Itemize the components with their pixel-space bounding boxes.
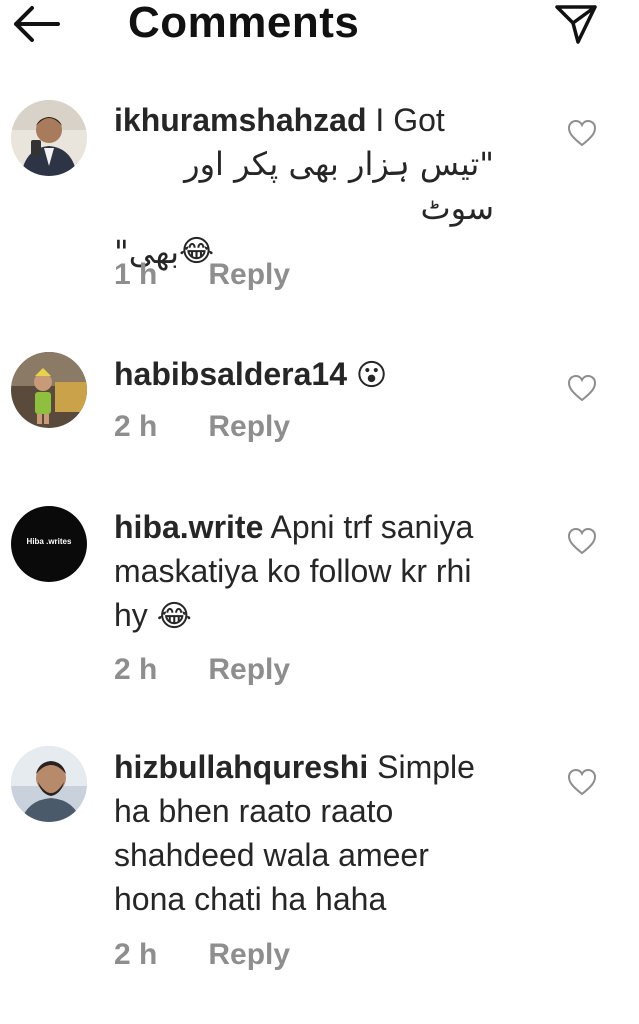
avatar[interactable]: Hiba .writes — [11, 506, 87, 582]
comment-body: ikhuramshahzad I Got "تیس ہزار بھی پکر ا… — [114, 98, 544, 274]
reply-button[interactable]: Reply — [208, 938, 290, 971]
comment-meta: 1 h Reply — [114, 258, 290, 292]
reply-button[interactable]: Reply — [208, 258, 290, 291]
avatar[interactable] — [11, 746, 87, 822]
comment-text-urdu: "تیس ہزار بھی پکر اور سوٹ — [184, 145, 494, 227]
comment-meta: 2 h Reply — [114, 938, 290, 972]
like-button[interactable] — [566, 373, 598, 403]
arrow-left-icon — [14, 6, 60, 42]
heart-icon — [567, 768, 597, 796]
comment-time: 2 h — [114, 410, 158, 443]
back-button[interactable] — [10, 2, 62, 46]
comment-time: 2 h — [114, 653, 158, 686]
comment-text: Simple — [377, 749, 475, 785]
comment-text: hy — [114, 597, 148, 633]
comment-text: ha bhen raato raato — [114, 793, 394, 829]
comment-text: shahdeed wala ameer — [114, 837, 429, 873]
heart-icon — [567, 119, 597, 147]
avatar-label: Hiba .writes — [26, 537, 72, 546]
comment-time: 1 h — [114, 258, 158, 291]
tears-of-joy-emoji-icon: 😂 — [156, 599, 192, 634]
comment-username[interactable]: habibsaldera14 — [114, 356, 347, 392]
heart-icon — [567, 374, 597, 402]
reply-button[interactable]: Reply — [208, 410, 290, 443]
heart-icon — [567, 527, 597, 555]
comment-body: habibsaldera14 😮 — [114, 352, 544, 398]
like-button[interactable] — [566, 767, 598, 797]
comment-text: maskatiya ko follow kr rhi — [114, 553, 472, 589]
comment-meta: 2 h Reply — [114, 410, 290, 444]
comment-username[interactable]: ikhuramshahzad — [114, 102, 367, 138]
astonished-face-emoji-icon: 😮 — [355, 358, 388, 393]
reply-button[interactable]: Reply — [208, 653, 290, 686]
comment-time: 2 h — [114, 938, 158, 971]
comment-body: hizbullahqureshi Simple ha bhen raato ra… — [114, 745, 544, 921]
comment-text: Apni trf saniya — [270, 509, 474, 545]
comment-body: hiba.write Apni trf saniya maskatiya ko … — [114, 505, 544, 639]
like-button[interactable] — [566, 526, 598, 556]
comment-meta: 2 h Reply — [114, 653, 290, 687]
like-button[interactable] — [566, 118, 598, 148]
send-button[interactable] — [554, 2, 598, 46]
send-icon — [555, 5, 597, 44]
comment-username[interactable]: hizbullahqureshi — [114, 749, 368, 785]
avatar[interactable] — [11, 100, 87, 176]
avatar[interactable] — [11, 352, 87, 428]
comment-text: hona chati ha haha — [114, 881, 387, 917]
header-bar: Comments — [0, 0, 639, 60]
comment-text: I Got — [375, 102, 445, 138]
comment-username[interactable]: hiba.write — [114, 509, 263, 545]
page-title: Comments — [128, 0, 360, 47]
